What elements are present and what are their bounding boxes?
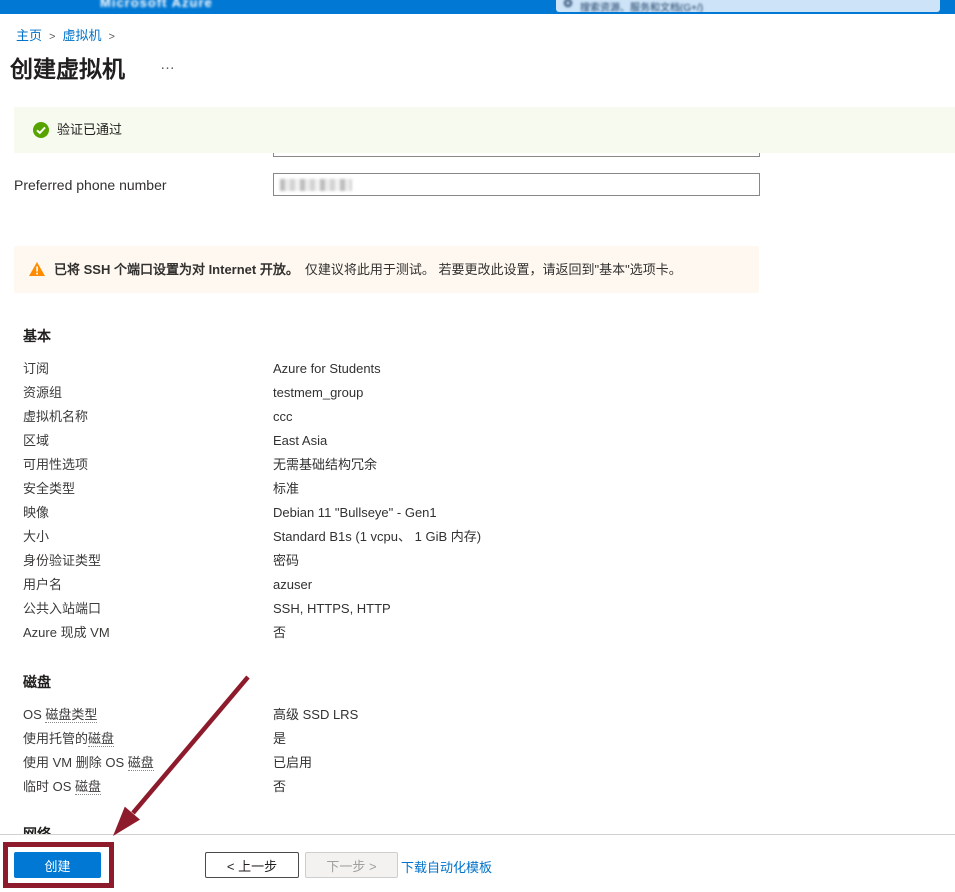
- section-disks: 磁盘 OS 磁盘类型 高级 SSD LRS 使用托管的磁盘 是 使用 VM 删除…: [23, 672, 358, 799]
- previous-button[interactable]: < 上一步: [205, 852, 299, 878]
- review-row-value: Debian 11 "Bullseye" - Gen1: [273, 501, 437, 525]
- create-vm-page: Microsoft Azure 搜索资源、服务和文档(G+/) 主页>虚拟机> …: [0, 0, 955, 892]
- review-row-value: azuser: [273, 573, 312, 597]
- section-basics: 基本 订阅Azure for Students 资源组testmem_group…: [23, 326, 481, 645]
- review-row: 用户名azuser: [23, 573, 481, 597]
- review-row-label: 大小: [23, 525, 273, 549]
- azure-logo: Microsoft Azure: [100, 0, 213, 10]
- review-row-label: OS 磁盘类型: [23, 703, 273, 727]
- review-row-value: 否: [273, 621, 286, 645]
- review-row-value: Azure for Students: [273, 357, 381, 381]
- review-row-value: 无需基础结构冗余: [273, 453, 377, 477]
- redacted-phone-value: [280, 179, 352, 191]
- review-row-value: 是: [273, 727, 286, 751]
- review-row-label: 映像: [23, 501, 273, 525]
- create-button[interactable]: 创建: [14, 852, 101, 878]
- review-row: 使用托管的磁盘 是: [23, 727, 358, 751]
- page-title: 创建虚拟机: [10, 50, 125, 84]
- review-row-value: testmem_group: [273, 381, 363, 405]
- review-row: 映像Debian 11 "Bullseye" - Gen1: [23, 501, 481, 525]
- breadcrumb-vm-link[interactable]: 虚拟机: [62, 28, 101, 43]
- review-row: 使用 VM 删除 OS 磁盘 已启用: [23, 751, 358, 775]
- tooltip-term: 磁盘: [88, 731, 114, 747]
- review-row-label: 使用托管的磁盘: [23, 727, 273, 751]
- chevron-right-icon: >: [49, 31, 55, 43]
- review-row-value: 标准: [273, 477, 299, 501]
- review-row: 订阅Azure for Students: [23, 357, 481, 381]
- review-row-value: 密码: [273, 549, 299, 573]
- chevron-right-icon: >: [108, 31, 114, 43]
- review-row: 资源组testmem_group: [23, 381, 481, 405]
- footer-bar: 创建 < 上一步 下一步 > 下载自动化模板: [0, 834, 955, 892]
- tooltip-term: 磁盘: [128, 755, 154, 771]
- review-row-label: 使用 VM 删除 OS 磁盘: [23, 751, 273, 775]
- review-row-label: 用户名: [23, 573, 273, 597]
- review-row-label: Azure 现成 VM: [23, 621, 273, 645]
- review-row-value: East Asia: [273, 429, 327, 453]
- review-row: 可用性选项无需基础结构冗余: [23, 453, 481, 477]
- review-row-label: 可用性选项: [23, 453, 273, 477]
- review-row-label: 身份验证类型: [23, 549, 273, 573]
- review-row: Azure 现成 VM否: [23, 621, 481, 645]
- review-row: OS 磁盘类型 高级 SSD LRS: [23, 703, 358, 727]
- section-basics-title: 基本: [23, 326, 481, 346]
- tooltip-term: 磁盘: [75, 779, 101, 795]
- review-row: 区域East Asia: [23, 429, 481, 453]
- tooltip-term: 磁盘类型: [45, 707, 97, 723]
- global-search-input[interactable]: 搜索资源、服务和文档(G+/): [556, 0, 940, 12]
- review-row-value: SSH, HTTPS, HTTP: [273, 597, 391, 621]
- review-row-value: Standard B1s (1 vcpu、 1 GiB 内存): [273, 525, 481, 549]
- breadcrumb: 主页 > 虚拟机 >: [16, 25, 122, 44]
- azure-top-bar: Microsoft Azure 搜索资源、服务和文档(G+/): [0, 0, 955, 14]
- review-row-value: 否: [273, 775, 286, 799]
- validation-success-banner: 验证已通过: [14, 107, 955, 153]
- review-row: 大小Standard B1s (1 vcpu、 1 GiB 内存): [23, 525, 481, 549]
- more-options-icon[interactable]: …: [160, 56, 176, 73]
- phone-number-field[interactable]: [273, 173, 760, 196]
- review-row-label: 安全类型: [23, 477, 273, 501]
- review-row-label: 区域: [23, 429, 273, 453]
- review-row-label: 虚拟机名称: [23, 405, 273, 429]
- review-row-value: ccc: [273, 405, 293, 429]
- search-icon: [564, 0, 572, 7]
- ssh-warning-bold-text: 已将 SSH 个端口设置为对 Internet 开放。: [54, 262, 299, 277]
- breadcrumb-home-link[interactable]: 主页: [16, 28, 42, 43]
- section-disks-title: 磁盘: [23, 672, 358, 692]
- review-row: 安全类型标准: [23, 477, 481, 501]
- review-row-value: 已启用: [273, 751, 312, 775]
- review-row: 临时 OS 磁盘 否: [23, 775, 358, 799]
- review-row-label: 公共入站端口: [23, 597, 273, 621]
- warning-triangle-icon: [29, 262, 45, 276]
- review-row: 虚拟机名称ccc: [23, 405, 481, 429]
- download-template-link[interactable]: 下载自动化模板: [401, 857, 492, 876]
- ssh-warning-banner: 已将 SSH 个端口设置为对 Internet 开放。仅建议将此用于测试。 若要…: [14, 246, 759, 293]
- next-button-disabled: 下一步 >: [305, 852, 398, 878]
- check-circle-icon: [33, 122, 49, 138]
- validation-success-text: 验证已通过: [57, 107, 122, 153]
- review-row-label: 资源组: [23, 381, 273, 405]
- review-row: 身份验证类型密码: [23, 549, 481, 573]
- review-row-value: 高级 SSD LRS: [273, 703, 358, 727]
- search-placeholder: 搜索资源、服务和文档(G+/): [580, 0, 703, 12]
- ssh-warning-text: 仅建议将此用于测试。 若要更改此设置，请返回到"基本"选项卡。: [305, 262, 682, 277]
- review-row-label: 临时 OS 磁盘: [23, 775, 273, 799]
- review-row-label: 订阅: [23, 357, 273, 381]
- review-row: 公共入站端口SSH, HTTPS, HTTP: [23, 597, 481, 621]
- phone-number-label: Preferred phone number: [14, 177, 167, 193]
